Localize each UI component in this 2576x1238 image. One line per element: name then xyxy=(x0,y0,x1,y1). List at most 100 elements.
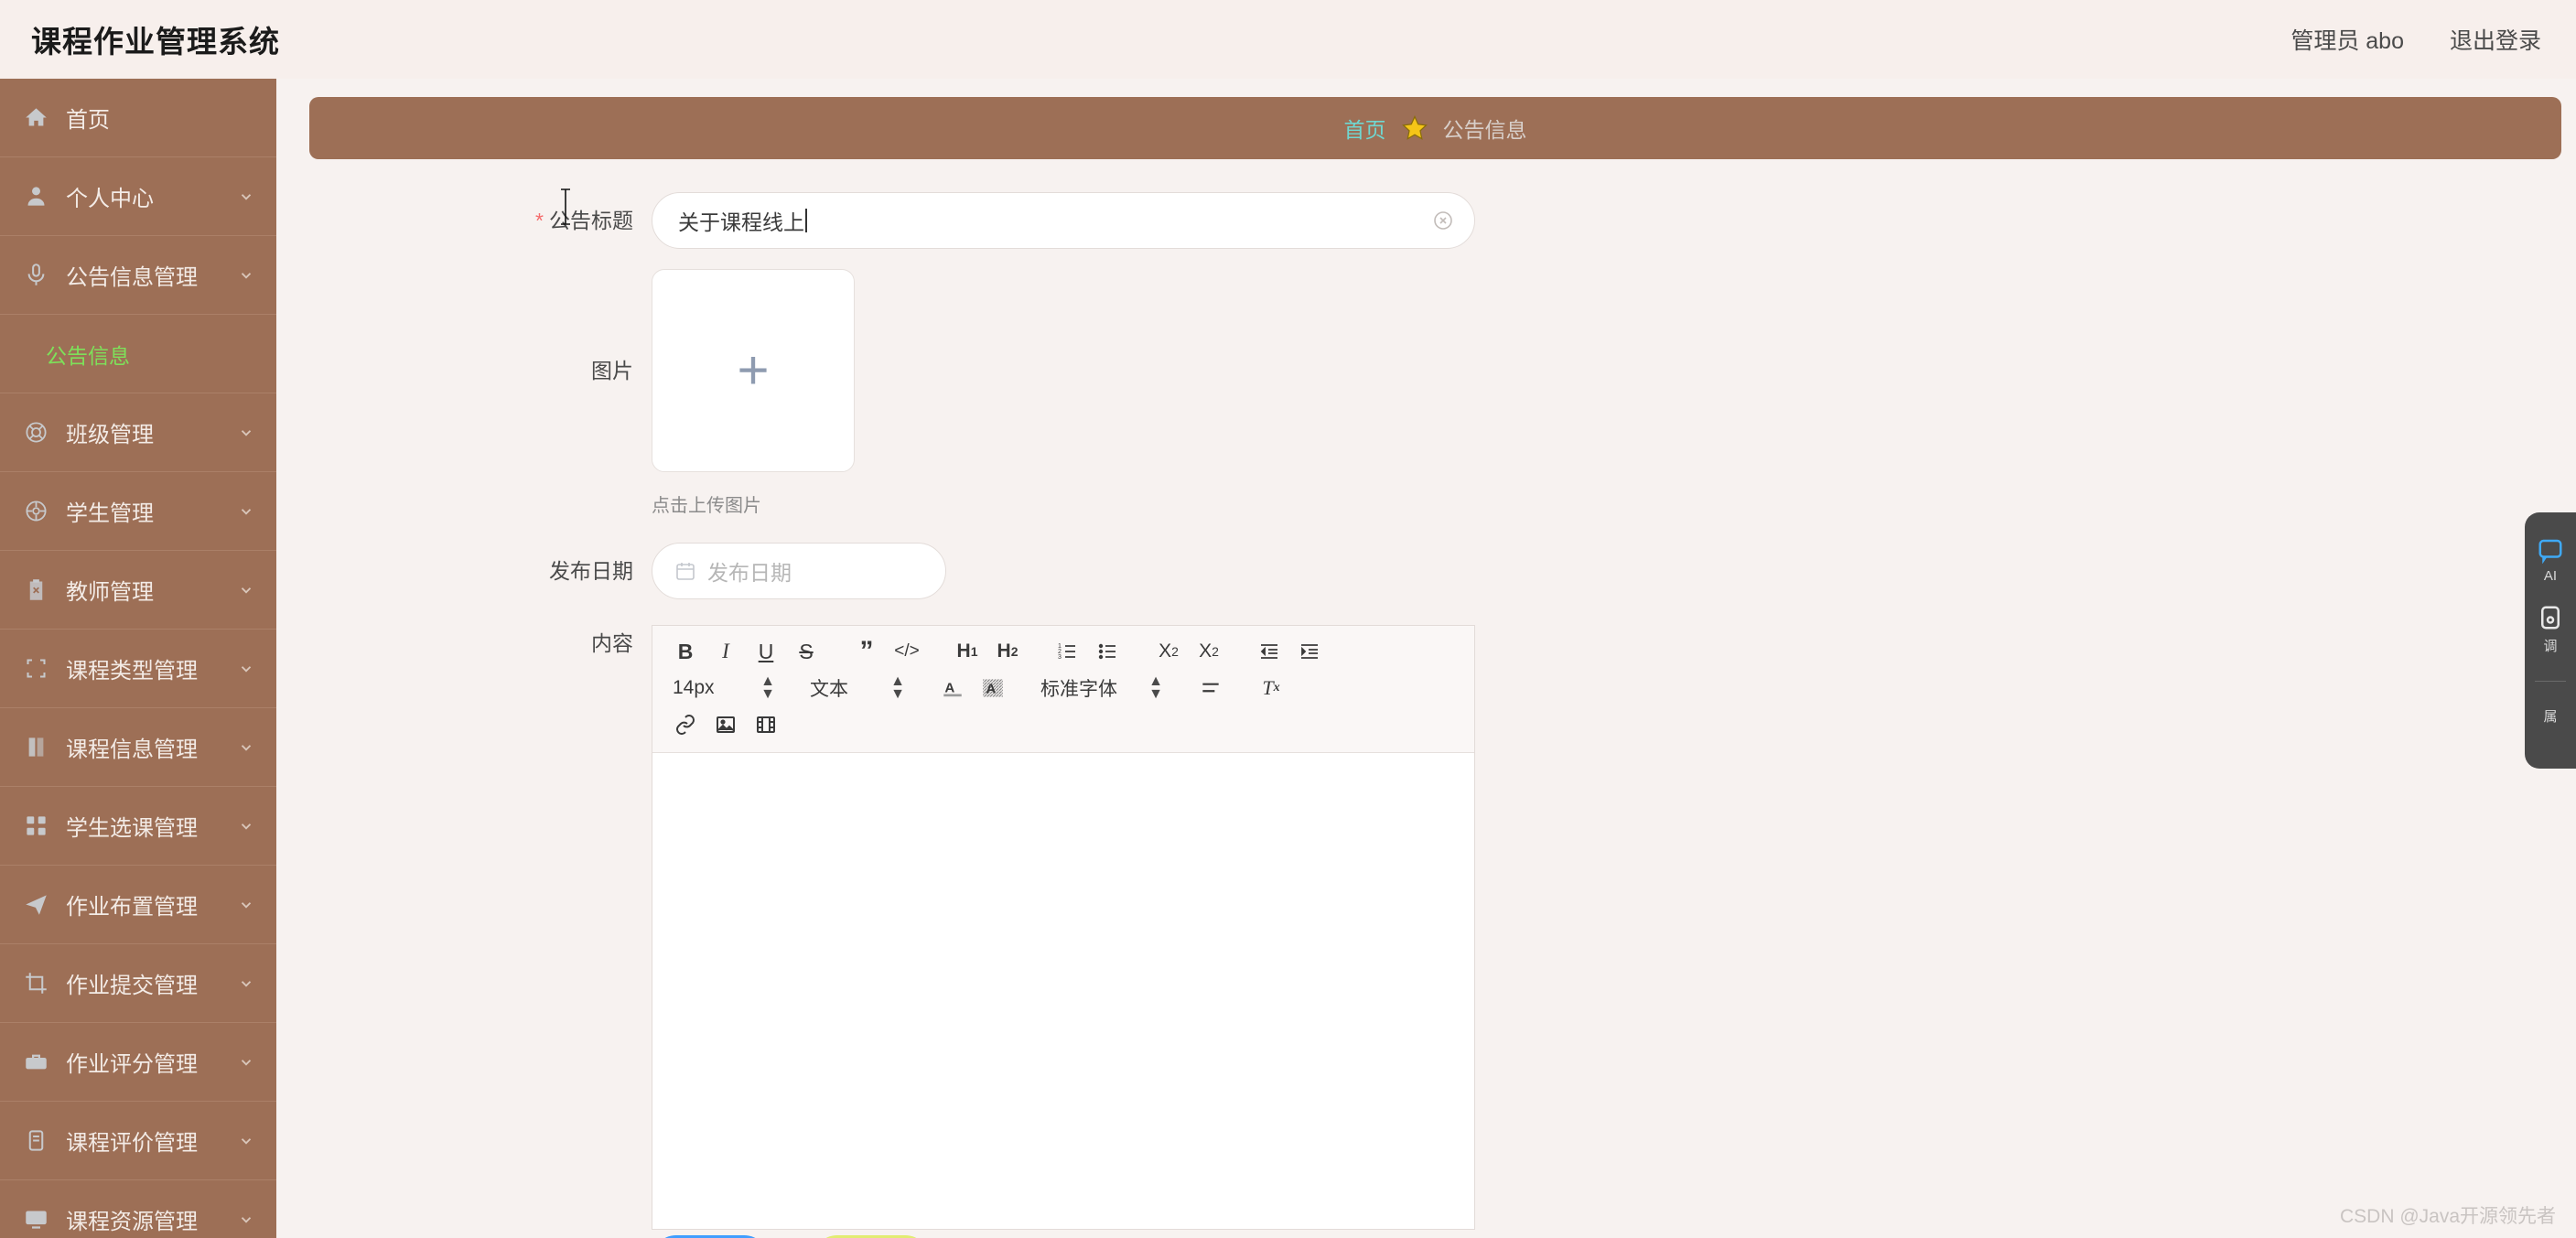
sidebar-item-homework-submit-mgmt[interactable]: 作业提交管理 xyxy=(0,944,276,1023)
form-row-date: 发布日期 发布日期 xyxy=(276,543,2576,599)
floating-ai-chat-button[interactable]: AI xyxy=(2537,536,2564,584)
required-asterisk: * xyxy=(535,209,544,232)
align-icon[interactable] xyxy=(1191,670,1231,706)
main-content: 首页 公告信息 * 公告标题 关于课程线上 图片 + 点击上传图片 发布日期 发… xyxy=(276,79,2576,1238)
sidebar-item-course-type-mgmt[interactable]: 课程类型管理 xyxy=(0,630,276,708)
home-icon xyxy=(20,102,51,134)
chevron-down-icon xyxy=(238,897,254,913)
form-row-image: 图片 + 点击上传图片 xyxy=(276,269,2576,517)
breadcrumb-home-link[interactable]: 首页 xyxy=(1344,113,1386,144)
image-upload-button[interactable]: + xyxy=(652,269,855,472)
heading-1-icon[interactable]: H1 xyxy=(947,633,987,670)
text-style-value: 文本 xyxy=(810,679,848,700)
sidebar-item-course-eval-mgmt[interactable]: 课程评价管理 xyxy=(0,1102,276,1180)
target-icon xyxy=(20,496,51,527)
sidebar-label-student-mgmt: 学生管理 xyxy=(66,501,154,526)
feedback-icon xyxy=(2537,604,2564,631)
clear-circle-icon[interactable] xyxy=(1432,210,1454,231)
sidebar-item-course-selection-mgmt[interactable]: 学生选课管理 xyxy=(0,787,276,866)
subscript-icon[interactable]: X2 xyxy=(1148,633,1189,670)
floating-bottom-label: 属 xyxy=(2543,709,2558,725)
app-title: 课程作业管理系统 xyxy=(31,25,280,59)
code-icon[interactable]: </> xyxy=(887,633,927,670)
sidebar-item-course-info-mgmt[interactable]: 课程信息管理 xyxy=(0,708,276,787)
superscript-icon[interactable]: X2 xyxy=(1189,633,1229,670)
sidebar-label-course-eval-mgmt: 课程评价管理 xyxy=(66,1131,198,1156)
sidebar-label-course-info-mgmt: 课程信息管理 xyxy=(66,737,198,762)
sidebar-item-course-resource-mgmt[interactable]: 课程资源管理 xyxy=(0,1180,276,1238)
chevron-down-icon xyxy=(238,1211,254,1228)
editor-toolbar: B I U S ” </> H1 H2 123 X 2 X 2 14px ▲ ▼… xyxy=(652,626,1474,753)
link-icon[interactable] xyxy=(665,706,706,743)
sidebar-label-class-mgmt: 班级管理 xyxy=(66,423,154,447)
floating-side-panel[interactable]: AI 调 属 xyxy=(2525,512,2576,769)
heading-2-icon[interactable]: H2 xyxy=(987,633,1028,670)
font-size-select[interactable]: 14px ▲ ▼ xyxy=(665,671,782,705)
sidebar-item-profile[interactable]: 个人中心 xyxy=(0,157,276,236)
bullet-list-icon[interactable] xyxy=(1088,633,1128,670)
monitor-icon xyxy=(20,1204,51,1235)
svg-text:A: A xyxy=(944,680,954,695)
crop-frame-icon xyxy=(20,653,51,684)
chevron-down-icon xyxy=(238,1133,254,1149)
sidebar-subitem-label: 公告信息 xyxy=(46,343,130,368)
sidebar-item-homework-grade-mgmt[interactable]: 作业评分管理 xyxy=(0,1023,276,1102)
sidebar-item-student-mgmt[interactable]: 学生管理 xyxy=(0,472,276,551)
text-color-icon[interactable]: A xyxy=(932,670,973,706)
ordered-list-icon[interactable]: 123 xyxy=(1048,633,1088,670)
breadcrumb: 首页 公告信息 xyxy=(309,97,2561,159)
sidebar-label-homework-submit-mgmt: 作业提交管理 xyxy=(66,974,198,998)
floating-panel-divider xyxy=(2535,681,2566,682)
chevron-down-icon xyxy=(238,188,254,205)
calendar-icon xyxy=(674,560,696,582)
text-style-select[interactable]: 文本 ▲ ▼ xyxy=(803,671,912,705)
svg-text:A: A xyxy=(986,681,996,696)
sidebar-label-home: 首页 xyxy=(66,108,110,133)
sidebar-nav[interactable]: 首页 个人中心 公告信息管理 公告信息 班级管理 学生管理 教师管理 课程类型管… xyxy=(0,79,276,1238)
publish-date-placeholder: 发布日期 xyxy=(707,561,792,585)
logout-button[interactable]: 退出登录 xyxy=(2450,23,2541,56)
insert-image-icon[interactable] xyxy=(706,706,746,743)
editor-body[interactable] xyxy=(652,753,1474,1229)
ai-chat-icon xyxy=(2537,536,2564,564)
top-header-bar: 课程作业管理系统 管理员 abo 退出登录 xyxy=(0,0,2576,79)
current-user-label[interactable]: 管理员 abo xyxy=(2290,23,2404,56)
indent-icon[interactable] xyxy=(1289,633,1330,670)
chevron-down-icon xyxy=(238,503,254,520)
sidebar-item-teacher-mgmt[interactable]: 教师管理 xyxy=(0,551,276,630)
sidebar-item-homework-assign-mgmt[interactable]: 作业布置管理 xyxy=(0,866,276,944)
strikethrough-icon[interactable]: S xyxy=(786,633,826,670)
insert-video-icon[interactable] xyxy=(746,706,786,743)
sidebar-item-class-mgmt[interactable]: 班级管理 xyxy=(0,393,276,472)
font-family-select[interactable]: 标准字体 ▲ ▼ xyxy=(1033,671,1170,705)
sidebar-item-announcement-mgmt[interactable]: 公告信息管理 xyxy=(0,236,276,315)
floating-bottom-button[interactable]: 属 xyxy=(2543,702,2557,726)
outdent-icon[interactable] xyxy=(1249,633,1289,670)
bold-icon[interactable]: B xyxy=(665,633,706,670)
title-input[interactable]: 关于课程线上 xyxy=(652,192,1475,249)
send-icon xyxy=(20,889,51,920)
blockquote-icon[interactable]: ” xyxy=(846,633,887,670)
grid-icon xyxy=(20,811,51,842)
text-caret xyxy=(805,209,807,232)
image-upload-hint: 点击上传图片 xyxy=(652,496,761,516)
publish-date-input[interactable]: 发布日期 xyxy=(652,543,946,599)
floating-feedback-button[interactable]: 调 xyxy=(2537,604,2564,655)
italic-icon[interactable]: I xyxy=(706,633,746,670)
announcement-form: * 公告标题 关于课程线上 图片 + 点击上传图片 发布日期 发布日期 内容 B… xyxy=(276,159,2576,1238)
sidebar-label-course-selection-mgmt: 学生选课管理 xyxy=(66,816,198,841)
app-root: 课程作业管理系统 管理员 abo 退出登录 首页 个人中心 公告信息管理 公告信… xyxy=(0,0,2576,1238)
background-color-icon[interactable]: A xyxy=(973,670,1013,706)
breadcrumb-current: 公告信息 xyxy=(1442,118,1527,142)
sidebar-item-home[interactable]: 首页 xyxy=(0,79,276,157)
sidebar-label-teacher-mgmt: 教师管理 xyxy=(66,580,154,605)
clear-format-icon[interactable]: Tx xyxy=(1251,670,1291,706)
rich-text-editor[interactable]: B I U S ” </> H1 H2 123 X 2 X 2 14px ▲ ▼… xyxy=(652,625,1475,1230)
user-icon xyxy=(20,181,51,212)
star-icon xyxy=(1401,114,1428,142)
underline-icon[interactable]: U xyxy=(746,633,786,670)
sidebar-subitem-announcement[interactable]: 公告信息 xyxy=(0,315,276,393)
content-label: 内容 xyxy=(591,631,633,655)
sidebar-label-course-type-mgmt: 课程类型管理 xyxy=(66,659,198,684)
sidebar-label-homework-grade-mgmt: 作业评分管理 xyxy=(66,1052,198,1077)
